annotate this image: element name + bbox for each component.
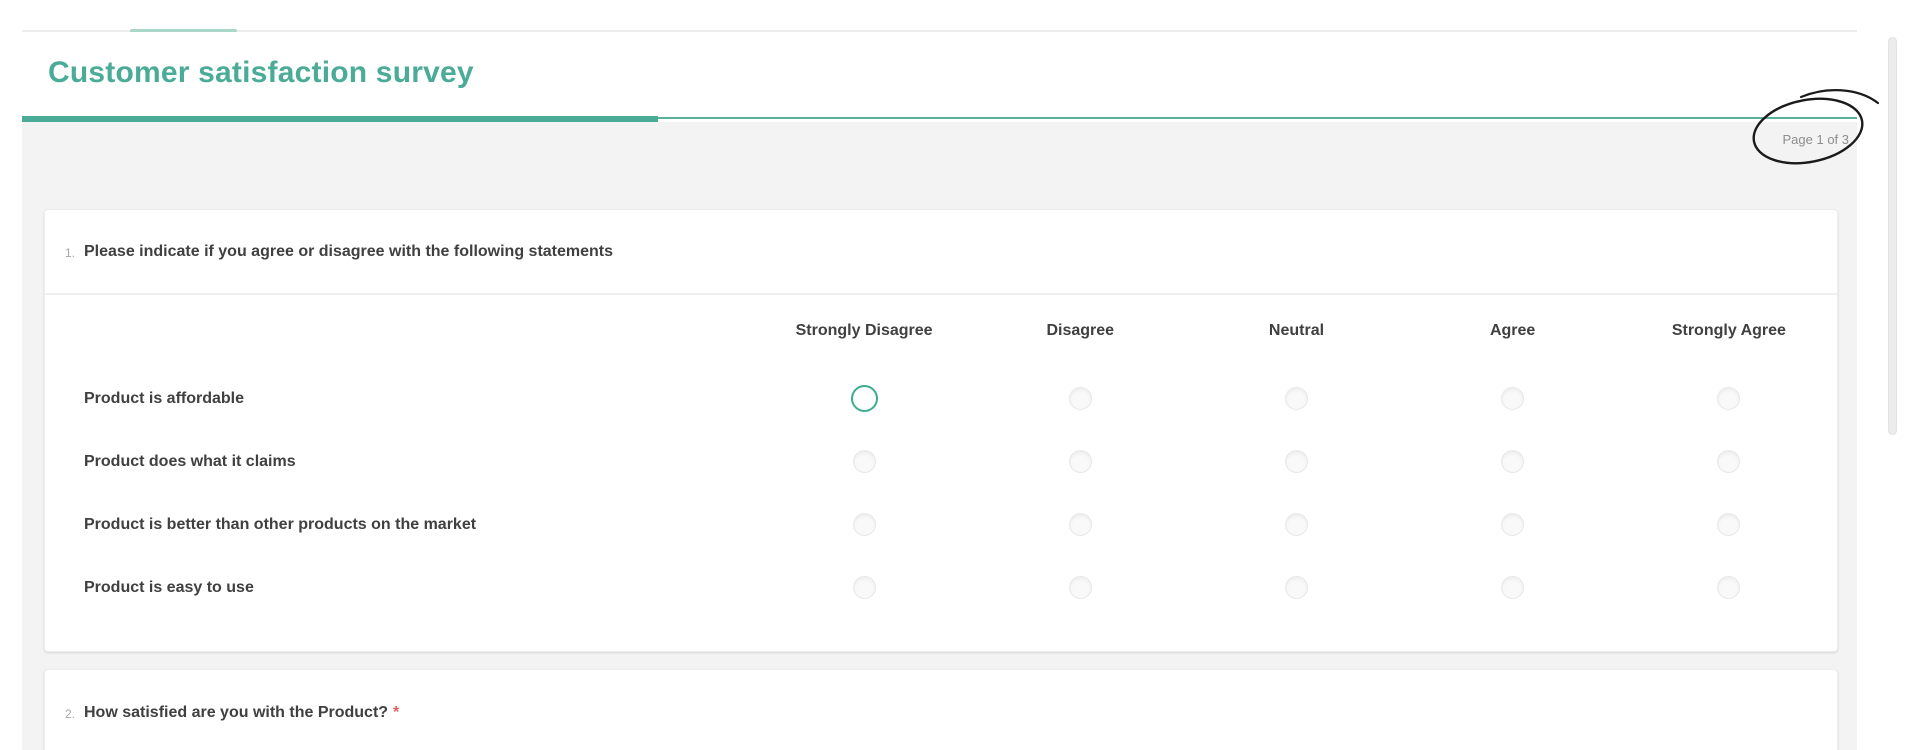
matrix-radio[interactable] [1501,450,1525,473]
question-header: 2. How satisfied are you with the Produc… [45,670,1837,750]
matrix-column-header: Strongly Disagree [795,322,933,339]
matrix-row: Product is better than other products on… [45,493,1837,556]
page-indicator: Page 1 of 3 [1782,132,1850,147]
matrix-radio[interactable] [1284,387,1308,410]
matrix-row: Product is easy to use [45,556,1837,619]
survey-title: Customer satisfaction survey [48,56,474,89]
question-card-rating: 2. How satisfied are you with the Produc… [44,669,1838,750]
matrix-radio[interactable] [1068,387,1092,410]
matrix-radio[interactable] [1717,387,1741,410]
matrix-radio[interactable] [1068,450,1092,473]
survey-preview-page: Customer satisfaction survey Page 1 of 3… [0,0,1920,750]
question-title: How satisfied are you with the Product? [84,703,389,721]
matrix-column-header: Neutral [1268,322,1325,339]
matrix-radio[interactable] [1284,513,1308,536]
question-title: Please indicate if you agree or disagree… [84,242,614,260]
matrix-row: Product does what it claims [45,430,1837,493]
matrix-row-label: Product is affordable [84,389,245,407]
question-number: 1. [65,245,76,260]
matrix-row-label: Product is easy to use [84,578,254,596]
matrix-radio[interactable] [1501,576,1525,599]
matrix-radio[interactable] [852,513,876,536]
matrix-radio[interactable] [1284,450,1308,473]
required-marker: * [393,703,400,721]
question-number: 2. [65,706,76,721]
preview-pane: Customer satisfaction survey Page 1 of 3… [22,0,1857,750]
matrix-header-row: Strongly Disagree Disagree Neutral Agree… [45,295,1837,367]
matrix-column-header: Agree [1489,322,1536,339]
matrix-radio-selected[interactable] [850,385,878,412]
survey-header: Customer satisfaction survey [22,32,1857,122]
question-card-matrix: 1. Please indicate if you agree or disag… [44,209,1838,652]
matrix-radio[interactable] [1284,576,1308,599]
matrix-radio[interactable] [852,450,876,473]
matrix-row-label: Product does what it claims [84,452,296,470]
matrix-radio[interactable] [1501,513,1525,536]
matrix-column-header: Disagree [1046,322,1115,339]
survey-body: Page 1 of 3 1. Please indicate if you ag… [22,122,1857,750]
matrix-column-header: Strongly Agree [1671,322,1786,339]
matrix-radio[interactable] [1717,513,1741,536]
matrix-radio[interactable] [852,576,876,599]
matrix-radio[interactable] [1717,576,1741,599]
matrix-radio[interactable] [1068,576,1092,599]
scrollbar-thumb[interactable] [1888,37,1897,435]
question-header: 1. Please indicate if you agree or disag… [45,210,1837,295]
matrix-radio[interactable] [1501,387,1525,410]
matrix-radio[interactable] [1068,513,1092,536]
matrix-radio[interactable] [1717,450,1741,473]
matrix-table: Strongly Disagree Disagree Neutral Agree… [45,295,1837,619]
matrix-row: Product is affordable [45,367,1837,430]
matrix-row-label: Product is better than other products on… [84,515,477,533]
